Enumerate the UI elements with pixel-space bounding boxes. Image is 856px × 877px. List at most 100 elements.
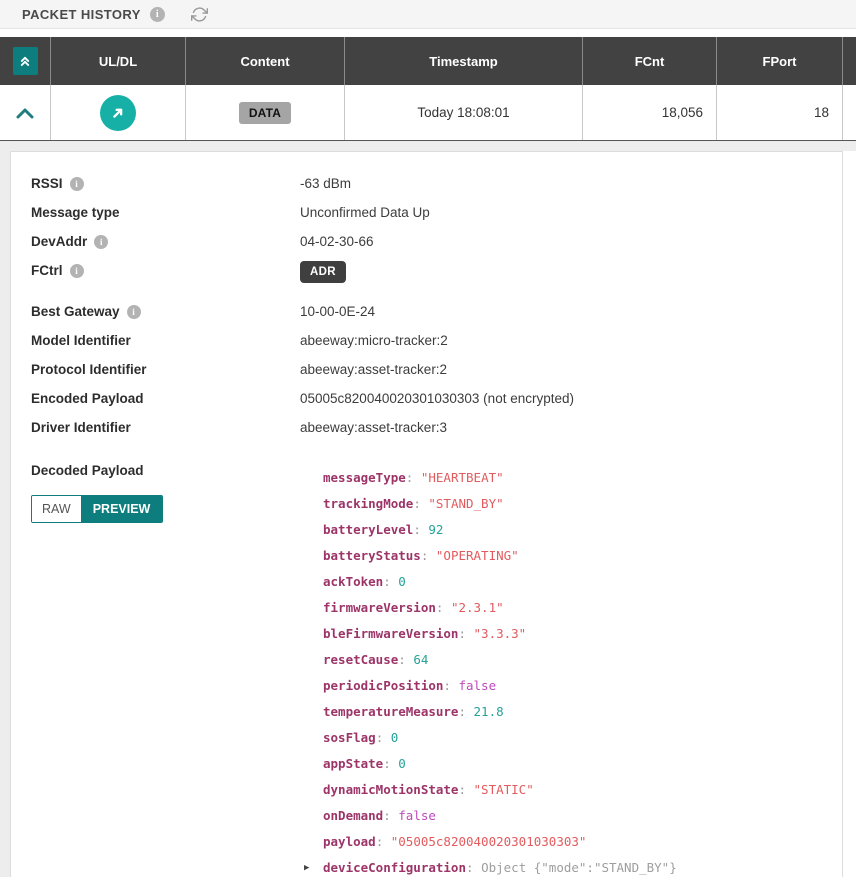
- collapse-all-button[interactable]: [13, 47, 38, 75]
- column-header-content: Content: [186, 37, 345, 85]
- json-value: 0: [398, 756, 406, 771]
- field-label-text: Encoded Payload: [31, 391, 144, 406]
- field-row-best-gateway: Best Gatewayi10-00-0E-24: [31, 297, 822, 326]
- collapse-all-cell: [0, 37, 51, 85]
- json-value: "STATIC": [474, 782, 534, 797]
- json-key: ackToken: [323, 574, 383, 589]
- left-gutter: [0, 151, 10, 877]
- json-key: batteryStatus: [323, 548, 421, 563]
- refresh-icon[interactable]: [191, 6, 208, 23]
- field-value: abeeway:asset-tracker:3: [300, 420, 447, 435]
- expand-triangle-icon[interactable]: ▶: [304, 855, 309, 877]
- field-label-text: Protocol Identifier: [31, 362, 147, 377]
- json-key: bleFirmwareVersion: [323, 626, 458, 641]
- field-label: Driver Identifier: [31, 420, 300, 435]
- json-line-batteryLevel: batteryLevel: 92: [323, 517, 677, 543]
- json-value: false: [398, 808, 436, 823]
- field-label: DevAddr i: [31, 234, 300, 249]
- field-label-text: FCtrl: [31, 263, 63, 278]
- json-line-firmwareVersion: firmwareVersion: "2.3.1": [323, 595, 677, 621]
- json-line-messageType: messageType: "HEARTBEAT": [323, 465, 677, 491]
- packet-detail-panel: RSSIi-63 dBmMessage typeUnconfirmed Data…: [10, 151, 843, 877]
- json-value: "STAND_BY": [428, 496, 503, 511]
- timestamp-cell: Today 18:08:01: [345, 85, 583, 140]
- json-colon: :: [413, 522, 428, 537]
- decoded-payload-label: Decoded Payload: [31, 463, 300, 478]
- json-colon: :: [413, 496, 428, 511]
- info-icon[interactable]: i: [70, 177, 84, 191]
- json-value: false: [458, 678, 496, 693]
- field-row-protocol-identifier: Protocol Identifier abeeway:asset-tracker…: [31, 355, 822, 384]
- packet-history-page: PACKET HISTORY i UL/DLContentTimestamp: [0, 0, 856, 877]
- collapse-row-chevron-icon[interactable]: [14, 105, 36, 121]
- field-value: 05005c820040020301030303 (not encrypted): [300, 391, 574, 406]
- json-colon: :: [458, 626, 473, 641]
- json-value: 92: [428, 522, 443, 537]
- json-key: periodicPosition: [323, 678, 443, 693]
- json-key: deviceConfiguration: [323, 860, 466, 875]
- json-value: "3.3.3": [474, 626, 527, 641]
- json-value: "HEARTBEAT": [421, 470, 504, 485]
- field-row-driver-identifier: Driver Identifier abeeway:asset-tracker:3: [31, 413, 822, 442]
- json-key: appState: [323, 756, 383, 771]
- json-colon: :: [458, 782, 473, 797]
- json-line-ackToken: ackToken: 0: [323, 569, 677, 595]
- field-label-text: Model Identifier: [31, 333, 131, 348]
- info-icon[interactable]: i: [150, 7, 165, 22]
- json-line-appState: appState: 0: [323, 751, 677, 777]
- json-key: temperatureMeasure: [323, 704, 458, 719]
- raw-preview-toggle: RAW PREVIEW: [31, 495, 163, 523]
- json-colon: :: [383, 574, 398, 589]
- right-gutter: [843, 151, 856, 877]
- json-colon: :: [421, 548, 436, 563]
- packet-table: UL/DLContentTimestampFCntFPort DA: [0, 37, 856, 141]
- decoded-payload-section: Decoded Payload RAW PREVIEW messageType:…: [31, 463, 822, 877]
- field-label-text: Driver Identifier: [31, 420, 131, 435]
- json-line-trackingMode: trackingMode: "STAND_BY": [323, 491, 677, 517]
- info-icon[interactable]: i: [94, 235, 108, 249]
- json-line-temperatureMeasure: temperatureMeasure: 21.8: [323, 699, 677, 725]
- json-key: resetCause: [323, 652, 398, 667]
- table-header-row: UL/DLContentTimestampFCntFPort: [0, 37, 856, 85]
- json-key: batteryLevel: [323, 522, 413, 537]
- json-key: trackingMode: [323, 496, 413, 511]
- json-key: sosFlag: [323, 730, 376, 745]
- field-label-text: DevAddr: [31, 234, 87, 249]
- overflow-cell: [843, 85, 856, 140]
- column-header-fcnt: FCnt: [583, 37, 717, 85]
- field-value: Unconfirmed Data Up: [300, 205, 430, 220]
- raw-tab[interactable]: RAW: [32, 496, 81, 522]
- json-line-payload: payload: "05005c820040020301030303": [323, 829, 677, 855]
- field-label: Message type: [31, 205, 300, 220]
- json-value: "OPERATING": [436, 548, 519, 563]
- info-icon[interactable]: i: [70, 264, 84, 278]
- detail-fields: RSSIi-63 dBmMessage typeUnconfirmed Data…: [31, 169, 822, 442]
- detail-area: RSSIi-63 dBmMessage typeUnconfirmed Data…: [0, 151, 856, 877]
- json-colon: :: [436, 600, 451, 615]
- field-row-fctrl: FCtrliADR: [31, 256, 822, 285]
- field-value: 04-02-30-66: [300, 234, 374, 249]
- uplink-arrow-icon: [100, 95, 136, 131]
- json-line-deviceConfiguration: ▶deviceConfiguration: Object {"mode":"ST…: [323, 855, 677, 877]
- field-value: abeeway:micro-tracker:2: [300, 333, 448, 348]
- column-header-uldl: UL/DL: [51, 37, 186, 85]
- field-row-devaddr: DevAddr i 04-02-30-66: [31, 227, 822, 256]
- field-value: abeeway:asset-tracker:2: [300, 362, 447, 377]
- field-label: Model Identifier: [31, 333, 300, 348]
- json-line-periodicPosition: periodicPosition: false: [323, 673, 677, 699]
- spacer: [0, 141, 856, 151]
- info-icon[interactable]: i: [127, 305, 141, 319]
- spacer: [0, 29, 856, 37]
- json-key: messageType: [323, 470, 406, 485]
- field-label: RSSIi: [31, 176, 300, 191]
- field-label: Protocol Identifier: [31, 362, 300, 377]
- column-header-fport: FPort: [717, 37, 843, 85]
- field-row-model-identifier: Model Identifier abeeway:micro-tracker:2: [31, 326, 822, 355]
- field-label: FCtrli: [31, 263, 300, 278]
- field-value: 10-00-0E-24: [300, 304, 375, 319]
- json-colon: :: [383, 808, 398, 823]
- preview-tab[interactable]: PREVIEW: [81, 496, 163, 522]
- json-value: 0: [398, 574, 406, 589]
- overflow-header-cell: [843, 37, 856, 85]
- json-colon: :: [398, 652, 413, 667]
